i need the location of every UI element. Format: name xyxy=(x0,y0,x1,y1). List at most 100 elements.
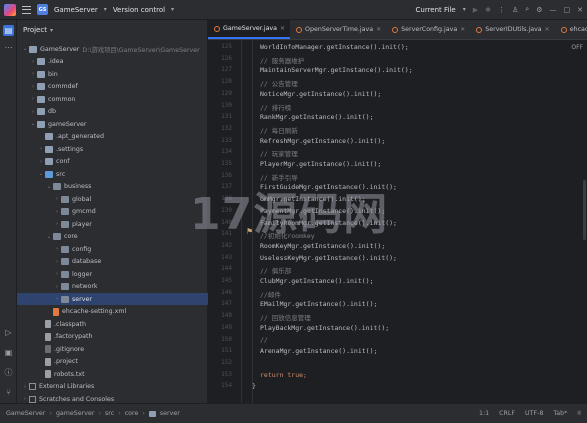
chevron-down-icon[interactable]: ⌄ xyxy=(37,171,45,177)
code-line[interactable]: ClubMgr.getInstance().init(); xyxy=(260,277,374,285)
chevron-right-icon[interactable]: › xyxy=(53,271,61,277)
tree-item-robots-txt[interactable]: robots.txt xyxy=(17,368,208,380)
code-line[interactable]: //邮件 xyxy=(260,289,281,299)
run-icon[interactable]: ▶ xyxy=(473,6,478,14)
editor-tab[interactable]: GameServer.java ✕ xyxy=(208,20,291,39)
tree-item-server[interactable]: › server xyxy=(17,293,208,305)
code-line[interactable]: FirstGuideMgr.getInstance().init(); xyxy=(260,183,397,191)
code-line[interactable]: RoomKeyMgr.getInstance().init(); xyxy=(260,242,385,250)
tree-item-commdef[interactable]: › commdef xyxy=(17,81,208,93)
terminal-tool-icon[interactable]: ▣ xyxy=(3,347,14,358)
chevron-right-icon[interactable]: › xyxy=(37,146,45,152)
code-line[interactable]: // 回放信息管理 xyxy=(260,312,311,322)
file-encoding[interactable]: UTF-8 xyxy=(525,410,543,417)
chevron-down-icon[interactable]: ▾ xyxy=(50,27,53,34)
chevron-right-icon[interactable]: › xyxy=(37,159,45,165)
editor-tab[interactable]: OpenServerTime.java ✕ xyxy=(290,20,386,39)
code-line[interactable]: MaintainServerMgr.getInstance().init(); xyxy=(260,66,413,74)
chevron-right-icon[interactable]: › xyxy=(53,221,61,227)
breadcrumb-item[interactable]: gameServer xyxy=(56,410,95,417)
code-line[interactable]: EMailMgr.getInstance().init(); xyxy=(260,300,377,308)
bulb-icon[interactable]: ⚑ xyxy=(246,227,254,236)
code-line[interactable]: FamilyRoomMgr.getInstance().init(); xyxy=(260,219,397,227)
close-tab-icon[interactable]: ✕ xyxy=(545,26,550,33)
code-line[interactable]: RefreshMgr.getInstance().init(); xyxy=(260,137,385,145)
minimize-icon[interactable]: — xyxy=(550,6,557,14)
code-line[interactable]: // 新手引导 xyxy=(260,172,298,182)
code-line[interactable]: NoticeMgr.getInstance().init(); xyxy=(260,90,381,98)
code-line[interactable]: ArenaMgr.getInstance().init(); xyxy=(260,347,377,355)
tree-item-settings[interactable]: › .settings xyxy=(17,143,208,155)
code-line[interactable]: UselessKeyMgr.getInstance().init(); xyxy=(260,254,397,262)
tree-item-common[interactable]: › common xyxy=(17,93,208,105)
code-line[interactable]: // 服务器维护 xyxy=(260,55,304,65)
search-icon[interactable]: ⌕ xyxy=(525,5,529,14)
code-line[interactable]: return true; xyxy=(260,371,307,379)
tree-item-business[interactable]: ⌄ business xyxy=(17,181,208,193)
tree-item-config[interactable]: › config xyxy=(17,243,208,255)
chevron-right-icon[interactable]: › xyxy=(29,59,37,65)
tree-item-ehcache-setting-xml[interactable]: ehcache-setting.xml xyxy=(17,306,208,318)
breadcrumb-item[interactable]: GameServer xyxy=(6,410,45,417)
tree-item-factorypath[interactable]: .factorypath xyxy=(17,331,208,343)
breadcrumb-item[interactable]: server xyxy=(160,410,180,417)
chevron-right-icon[interactable]: › xyxy=(53,259,61,265)
debug-icon[interactable]: ✱ xyxy=(485,6,491,14)
editor-tab[interactable]: ServerConfig.java ✕ xyxy=(386,20,470,39)
tree-item-gitignore[interactable]: .gitignore xyxy=(17,343,208,355)
lock-icon[interactable]: ⌾ xyxy=(577,410,581,418)
tree-item-classpath[interactable]: .classpath xyxy=(17,318,208,330)
tree-item-database[interactable]: › database xyxy=(17,256,208,268)
project-badge[interactable]: GS xyxy=(37,4,48,15)
chevron-right-icon[interactable]: › xyxy=(29,109,37,115)
chevron-right-icon[interactable]: › xyxy=(29,71,37,77)
tree-item-project[interactable]: .project xyxy=(17,356,208,368)
code-line[interactable]: //初始化roomkey xyxy=(260,230,315,240)
user-icon[interactable]: ♙ xyxy=(512,6,518,14)
tree-item-core[interactable]: ⌄ core xyxy=(17,231,208,243)
chevron-right-icon[interactable]: › xyxy=(53,209,61,215)
tree-item-db[interactable]: › db xyxy=(17,106,208,118)
close-icon[interactable]: ✕ xyxy=(577,6,583,14)
close-tab-icon[interactable]: ✕ xyxy=(280,25,285,32)
project-panel-header[interactable]: Project ▾ xyxy=(17,20,207,40)
breadcrumb-item[interactable]: src xyxy=(105,410,114,417)
problems-tool-icon[interactable]: ⓘ xyxy=(3,367,14,378)
close-tab-icon[interactable]: ✕ xyxy=(376,26,381,33)
code-line[interactable]: // xyxy=(260,336,268,344)
tree-item-gameserver[interactable]: ⌄ GameServer D:\游戏项目\GameServer\GameServer xyxy=(17,43,208,55)
tree-item-network[interactable]: › network xyxy=(17,281,208,293)
chevron-down-icon[interactable]: ⌄ xyxy=(21,46,29,52)
code-line[interactable]: PaymentMgr.getInstance().init(); xyxy=(260,207,385,215)
close-tab-icon[interactable]: ✕ xyxy=(460,26,465,33)
chevron-down-icon[interactable]: ▾ xyxy=(171,6,174,13)
chevron-right-icon[interactable]: › xyxy=(53,284,61,290)
more-icon[interactable]: ⋮ xyxy=(498,6,505,14)
services-tool-icon[interactable]: ▷ xyxy=(3,327,14,338)
chevron-down-icon[interactable]: ⌄ xyxy=(45,184,53,190)
code-line[interactable]: // 排行榜 xyxy=(260,102,291,112)
tree-item-apt-generated[interactable]: .apt_generated xyxy=(17,131,208,143)
breadcrumb-item[interactable]: core xyxy=(125,410,139,417)
tree-item-global[interactable]: › global xyxy=(17,193,208,205)
chevron-down-icon[interactable]: ▾ xyxy=(104,6,107,13)
vcs-widget[interactable]: Version control xyxy=(113,6,165,14)
code-line[interactable]: } xyxy=(252,382,256,390)
tree-item-player[interactable]: › player xyxy=(17,218,208,230)
tree-item-external-libraries[interactable]: › External Libraries xyxy=(17,381,208,393)
tree-item-logger[interactable]: › logger xyxy=(17,268,208,280)
project-tool-icon[interactable]: ▤ xyxy=(3,25,14,36)
chevron-right-icon[interactable]: › xyxy=(53,196,61,202)
code-line[interactable]: RankMgr.getInstance().init(); xyxy=(260,113,374,121)
code-line[interactable]: WorldInfoManager.getInstance().init(); xyxy=(260,43,409,51)
chevron-right-icon[interactable]: › xyxy=(21,384,29,390)
inlay-hints-toggle[interactable]: OFF xyxy=(571,44,583,51)
line-separator[interactable]: CRLF xyxy=(499,410,515,417)
tree-item-conf[interactable]: › conf xyxy=(17,156,208,168)
indent-setting[interactable]: Tab* xyxy=(553,410,567,417)
run-config-selector[interactable]: Current File xyxy=(416,6,456,14)
tree-item-gameserver[interactable]: ⌄ gameServer xyxy=(17,118,208,130)
code-line[interactable]: // 每日刷新 xyxy=(260,125,298,135)
settings-icon[interactable]: ⚙ xyxy=(536,6,542,14)
code-line[interactable]: // 公告管理 xyxy=(260,78,298,88)
